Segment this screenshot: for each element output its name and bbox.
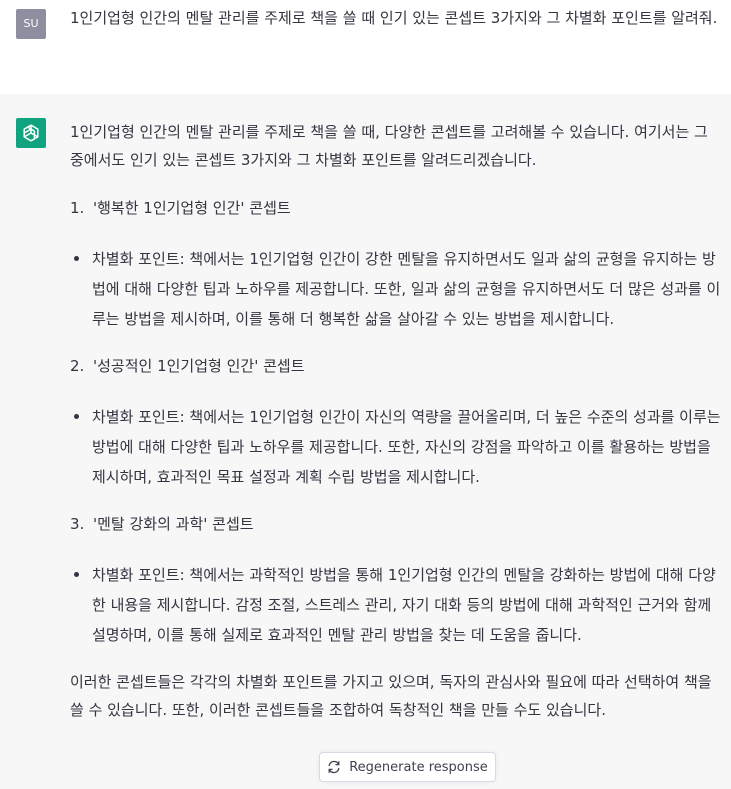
outro-paragraph: 이러한 콘셉트들은 각각의 차별화 포인트를 가지고 있으며, 독자의 관심사와… bbox=[70, 673, 712, 719]
bullet-dot bbox=[74, 572, 79, 577]
chat-page: SU 1인기업형 인간의 멘탈 관리를 주제로 책을 쓸 때 인기 있는 콘셉트… bbox=[0, 0, 731, 789]
user-message-text: 1인기업형 인간의 멘탈 관리를 주제로 책을 쓸 때 인기 있는 콘셉트 3가… bbox=[70, 9, 718, 27]
concept-3-title: '멘탈 강화의 과학' 콘셉트 bbox=[93, 515, 254, 533]
concept-2-heading: 2. '성공적인 1인기업형 인간' 콘셉트 bbox=[70, 352, 722, 380]
bullet-dot bbox=[74, 414, 79, 419]
regenerate-label: Regenerate response bbox=[349, 759, 488, 775]
bullet-dot bbox=[74, 256, 79, 261]
concept-1-title: '행복한 1인기업형 인간' 콘셉트 bbox=[93, 199, 291, 217]
assistant-message-content: 1인기업형 인간의 멘탈 관리를 주제로 책을 쓸 때, 다양한 콘셉트를 고려… bbox=[70, 118, 722, 724]
concept-2-point: 차별화 포인트: 책에서는 1인기업형 인간이 자신의 역량을 끌어올리며, 더… bbox=[70, 402, 722, 492]
concept-1-number: 1. bbox=[70, 199, 85, 217]
intro-paragraph: 1인기업형 인간의 멘탈 관리를 주제로 책을 쓸 때, 다양한 콘셉트를 고려… bbox=[70, 123, 708, 169]
concept-3-point: 차별화 포인트: 책에서는 과학적인 방법을 통해 1인기업형 인간의 멘탈을 … bbox=[70, 560, 722, 650]
user-message-row: SU 1인기업형 인간의 멘탈 관리를 주제로 책을 쓸 때 인기 있는 콘셉트… bbox=[0, 0, 731, 95]
concept-2-number: 2. bbox=[70, 357, 85, 375]
concept-3-heading: 3. '멘탈 강화의 과학' 콘셉트 bbox=[70, 510, 722, 538]
openai-logo-icon bbox=[23, 124, 39, 142]
assistant-avatar bbox=[16, 118, 46, 148]
user-avatar: SU bbox=[16, 9, 46, 39]
concept-3-point-text: 차별화 포인트: 책에서는 과학적인 방법을 통해 1인기업형 인간의 멘탈을 … bbox=[92, 566, 716, 644]
concept-2-point-text: 차별화 포인트: 책에서는 1인기업형 인간이 자신의 역량을 끌어올리며, 더… bbox=[92, 408, 721, 486]
concept-2-title: '성공적인 1인기업형 인간' 콘셉트 bbox=[93, 357, 305, 375]
regenerate-response-button[interactable]: Regenerate response bbox=[319, 752, 496, 782]
concept-1-point: 차별화 포인트: 책에서는 1인기업형 인간이 강한 멘탈을 유지하면서도 일과… bbox=[70, 244, 722, 334]
concept-1-heading: 1. '행복한 1인기업형 인간' 콘셉트 bbox=[70, 194, 722, 222]
assistant-message-row: 1인기업형 인간의 멘탈 관리를 주제로 책을 쓸 때, 다양한 콘셉트를 고려… bbox=[0, 94, 731, 789]
refresh-icon bbox=[328, 760, 340, 774]
concept-3-number: 3. bbox=[70, 515, 85, 533]
concept-1-point-text: 차별화 포인트: 책에서는 1인기업형 인간이 강한 멘탈을 유지하면서도 일과… bbox=[92, 250, 721, 328]
